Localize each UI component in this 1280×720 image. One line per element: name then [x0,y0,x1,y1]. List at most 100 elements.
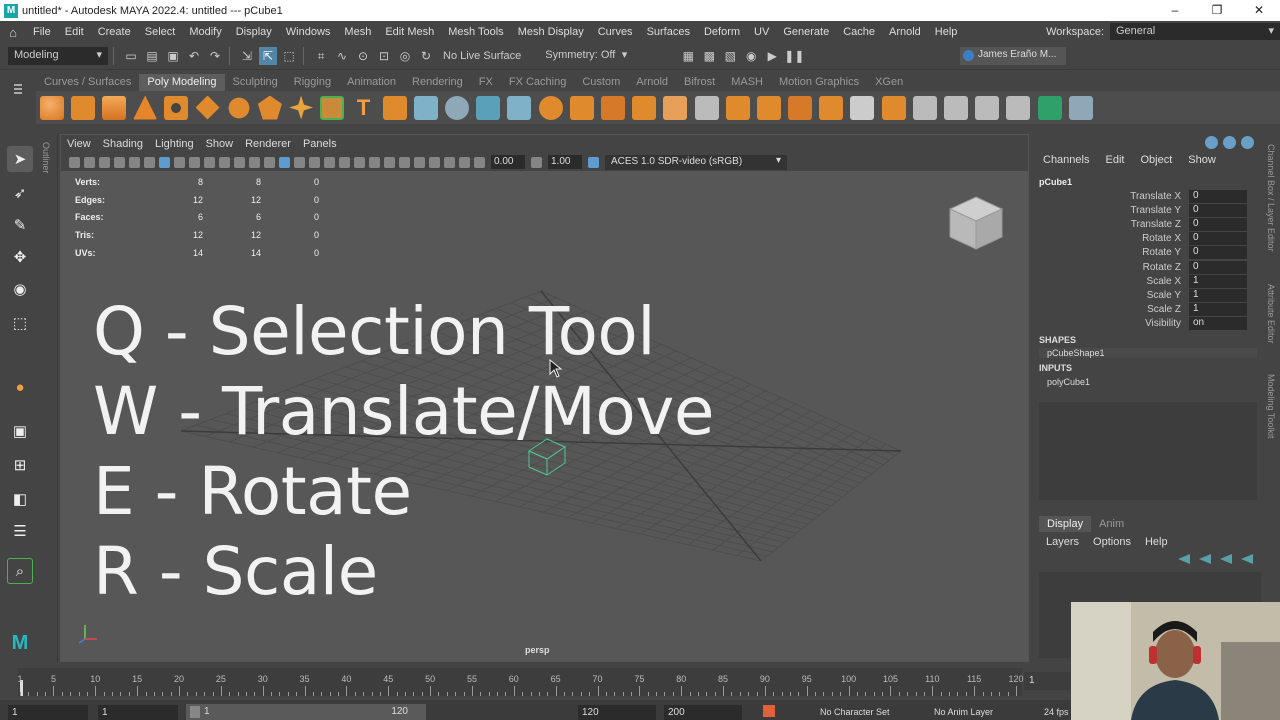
search-icon[interactable]: ⌕ [7,558,33,584]
shelf-tab-motion-graphics[interactable]: Motion Graphics [771,74,867,91]
boolean-icon[interactable] [538,95,563,120]
shelf-tab-fx-caching[interactable]: FX Caching [501,74,574,91]
workspace-dropdown[interactable]: General [1110,23,1280,40]
move-layer-up-icon[interactable] [1178,554,1190,564]
film-gate-icon[interactable] [174,156,185,168]
viewport-menu-shading[interactable]: Shading [97,138,149,150]
shelf-tab-custom[interactable]: Custom [574,74,628,91]
move-tool-icon[interactable]: ✥ [7,244,33,270]
isolate-select-icon[interactable] [414,156,425,168]
side-tab-modeling-toolkit[interactable]: Modeling Toolkit [1266,374,1276,438]
shelf-tab-mash[interactable]: MASH [723,74,771,91]
new-layer-selected-icon[interactable] [1241,554,1253,564]
gamma-field[interactable]: 1.00 [548,155,582,169]
user-account-button[interactable]: James Eraño M... [960,47,1066,65]
playback-start-field[interactable]: 1 [98,705,178,720]
attribute-value-field[interactable]: 1 [1189,288,1247,302]
bookmark-icon[interactable] [99,156,110,168]
shelf-tab-fx[interactable]: FX [471,74,501,91]
uv-unfold-icon[interactable] [1006,95,1031,120]
combine-icon[interactable] [445,95,470,120]
viewport-menu-panels[interactable]: Panels [297,138,343,150]
exposure-field[interactable]: 0.00 [491,155,525,169]
screen-space-ao-icon[interactable] [354,156,365,168]
menu-cache[interactable]: Cache [836,26,882,38]
undo-icon[interactable]: ↶ [185,47,203,65]
anti-aliasing-icon[interactable] [384,156,395,168]
shelf-tab-sculpting[interactable]: Sculpting [225,74,286,91]
viewport-menu-view[interactable]: View [61,138,97,150]
xray-icon[interactable] [429,156,440,168]
exposure-icon[interactable] [474,156,485,168]
input-node-item[interactable]: polyCube1 [1039,377,1257,387]
bridge-icon[interactable] [600,95,625,120]
merge-icon[interactable] [725,95,750,120]
reduce-icon[interactable] [912,95,937,120]
extrude-icon[interactable] [569,95,594,120]
outliner-strip[interactable]: Outliner [38,134,58,662]
maximize-button[interactable]: ❐ [1196,0,1238,21]
grid-icon[interactable] [159,156,170,168]
mirror-icon[interactable] [756,95,781,120]
separate-icon[interactable] [476,95,501,120]
attribute-value-field[interactable]: 0 [1189,260,1247,274]
menu-set-dropdown[interactable]: Modeling [8,47,108,65]
attribute-value-field[interactable]: 1 [1189,274,1247,288]
arnold-render-view-icon[interactable]: ▶ [763,47,781,65]
safe-action-icon[interactable] [234,156,245,168]
shelf-menu-icon[interactable] [14,92,22,94]
persp-outliner-layout-icon[interactable]: ◧ [7,486,33,512]
menu-mesh-display[interactable]: Mesh Display [511,26,591,38]
field-chart-icon[interactable] [219,156,230,168]
ipr-render-icon[interactable]: ▩ [700,47,718,65]
render-frame-icon[interactable]: ▦ [679,47,697,65]
xray-components-icon[interactable] [459,156,470,168]
pause-icon[interactable]: ❚❚ [784,47,804,65]
playback-end-field[interactable]: 120 [578,705,656,720]
tab-anim[interactable]: Anim [1091,516,1132,532]
textured-icon[interactable] [309,156,320,168]
select-object-icon[interactable]: ⇱ [259,47,277,65]
layer-menu-help[interactable]: Help [1138,536,1175,548]
uv-editor-icon[interactable] [413,95,438,120]
character-set-dropdown[interactable]: No Character Set [816,705,912,720]
viewport-menu-lighting[interactable]: Lighting [149,138,200,150]
select-component-icon[interactable]: ⬚ [280,47,298,65]
menu-display[interactable]: Display [229,26,279,38]
gamma-icon[interactable] [531,156,542,168]
new-scene-icon[interactable]: ▭ [122,47,140,65]
channel-box-menu-edit[interactable]: Edit [1097,154,1132,166]
hypershade-icon[interactable]: ◉ [742,47,760,65]
uv-layout-icon[interactable] [975,95,1000,120]
move-layer-down-icon[interactable] [1199,554,1211,564]
attribute-value-field[interactable]: 0 [1189,217,1247,231]
uv-automatic-icon[interactable] [1068,95,1093,120]
poly-torus-icon[interactable] [164,95,189,120]
snap-view-plane-icon[interactable]: ⊡ [375,47,393,65]
select-hierarchy-icon[interactable]: ⇲ [238,47,256,65]
four-view-layout-icon[interactable]: ⊞ [7,452,33,478]
tab-display[interactable]: Display [1039,516,1092,532]
side-tab-channel-box[interactable]: Channel Box / Layer Editor [1266,144,1276,252]
viewport-canvas[interactable]: Verts: 8 8 0 Edges: 12 12 0 Faces: 6 6 0 Tris: 12 1… [61,171,1028,661]
bevel-icon[interactable] [632,95,657,120]
menu-edit-mesh[interactable]: Edit Mesh [378,26,441,38]
camera-attributes-icon[interactable] [84,156,95,168]
menu-create[interactable]: Create [91,26,138,38]
channel-box-toggle-icon[interactable] [1241,136,1254,149]
attribute-value-field[interactable]: 0 [1189,189,1247,203]
safe-title-icon[interactable] [249,156,260,168]
poly-cone-icon[interactable] [133,95,158,120]
render-settings-icon[interactable]: ▧ [721,47,739,65]
snap-point-icon[interactable]: ⊙ [354,47,372,65]
attribute-value-field[interactable]: 0 [1189,246,1247,260]
shelf-menu-icon[interactable] [14,84,22,86]
menu-help[interactable]: Help [928,26,965,38]
motion-blur-icon[interactable] [369,156,380,168]
sweep-mesh-icon[interactable] [320,95,345,120]
poly-cube-icon[interactable] [70,95,95,120]
outliner-layout-icon[interactable]: ☰ [7,518,33,544]
anim-layer-dropdown[interactable]: No Anim Layer [930,705,1026,720]
smooth-icon[interactable] [507,95,532,120]
menu-generate[interactable]: Generate [776,26,836,38]
